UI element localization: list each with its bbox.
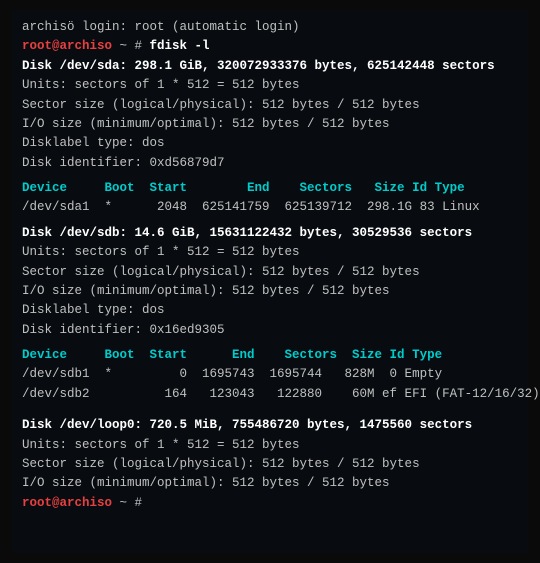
- sda-sector-size: Sector size (logical/physical): 512 byte…: [22, 96, 518, 115]
- prompt-tilde-end: ~ #: [112, 496, 150, 510]
- sda-units: Units: sectors of 1 * 512 = 512 bytes: [22, 76, 518, 95]
- sda-identifier: Disk identifier: 0xd56879d7: [22, 154, 518, 173]
- disk-sda-header: Disk /dev/sda: 298.1 GiB, 320072933376 b…: [22, 57, 518, 76]
- sda1-row: /dev/sda1 * 2048 625141759 625139712 298…: [22, 198, 518, 217]
- sdb-identifier: Disk identifier: 0x16ed9305: [22, 321, 518, 340]
- loop-sector-size: Sector size (logical/physical): 512 byte…: [22, 455, 518, 474]
- sdb1-row: /dev/sdb1 * 0 1695743 1695744 828M 0 Emp…: [22, 365, 518, 384]
- disk-sdb-header: Disk /dev/sdb: 14.6 GiB, 15631122432 byt…: [22, 224, 518, 243]
- prompt-fdisk-line: root@archiso ~ # fdisk -l: [22, 37, 518, 56]
- loop-units: Units: sectors of 1 * 512 = 512 bytes: [22, 436, 518, 455]
- sdb-io-size: I/O size (minimum/optimal): 512 bytes / …: [22, 282, 518, 301]
- sdb-col-header: Device Boot Start End Sectors Size Id Ty…: [22, 346, 518, 365]
- sda-disklabel: Disklabel type: dos: [22, 134, 518, 153]
- sdb-disklabel: Disklabel type: dos: [22, 301, 518, 320]
- sdb-sector-size: Sector size (logical/physical): 512 byte…: [22, 263, 518, 282]
- sdb2-row: /dev/sdb2 164 123043 122880 60M ef EFI (…: [22, 385, 518, 404]
- sda-col-header: Device Boot Start End Sectors Size Id Ty…: [22, 179, 518, 198]
- disk-loop-header: Disk /dev/loop0: 720.5 MiB, 755486720 by…: [22, 416, 518, 435]
- prompt-tilde: ~ #: [112, 39, 150, 53]
- prompt-end-line: root@archiso ~ #: [22, 494, 518, 513]
- command-fdisk: fdisk -l: [150, 39, 210, 53]
- loop-io-size: I/O size (minimum/optimal): 512 bytes / …: [22, 474, 518, 493]
- terminal-window: archisö login: root (automatic login) ro…: [12, 10, 528, 553]
- prompt-root-end: root@archiso: [22, 496, 112, 510]
- sda-io-size: I/O size (minimum/optimal): 512 bytes / …: [22, 115, 518, 134]
- login-line: archisö login: root (automatic login): [22, 18, 518, 37]
- sdb-units: Units: sectors of 1 * 512 = 512 bytes: [22, 243, 518, 262]
- prompt-root: root@archiso: [22, 39, 112, 53]
